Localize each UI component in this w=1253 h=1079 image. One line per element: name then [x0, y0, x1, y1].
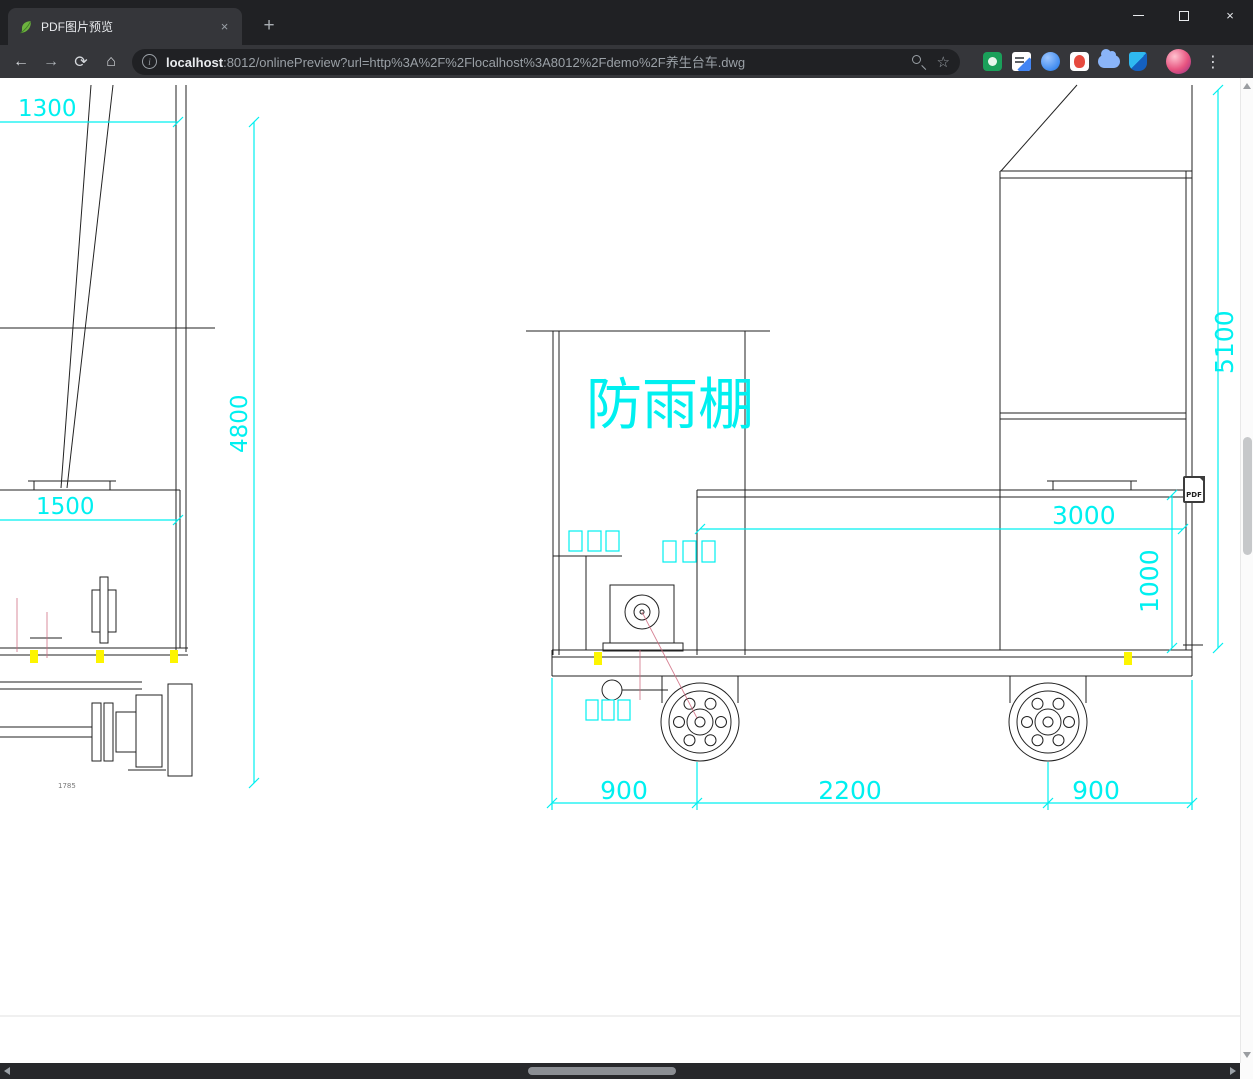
- reload-button[interactable]: ⟳: [66, 48, 96, 76]
- left-view-highlights: [30, 650, 178, 663]
- cad-drawing: 1300 4800 1500 1785 防雨棚 5100 3000 1000 9…: [0, 84, 1240, 1017]
- scroll-down-arrow[interactable]: [1243, 1052, 1251, 1058]
- extension-cloud-icon[interactable]: [1094, 48, 1123, 76]
- dim-small: 1785: [58, 782, 76, 790]
- dim-1000: 1000: [1135, 549, 1164, 613]
- vertical-scrollbar[interactable]: [1240, 78, 1253, 1063]
- address-bar[interactable]: i localhost:8012/onlinePreview?url=http%…: [132, 48, 960, 75]
- tab-title: PDF图片预览: [41, 20, 114, 34]
- home-button[interactable]: ⌂: [96, 48, 126, 76]
- extension-green-icon[interactable]: [978, 48, 1007, 76]
- content-area: 1300 4800 1500 1785 防雨棚 5100 3000 1000 9…: [0, 78, 1253, 1063]
- maximize-icon: [1179, 10, 1189, 21]
- scroll-up-arrow[interactable]: [1243, 83, 1251, 89]
- preview-page: 1300 4800 1500 1785 防雨棚 5100 3000 1000 9…: [0, 78, 1240, 1063]
- close-window-button[interactable]: ×: [1207, 0, 1253, 31]
- wheel-left: [660, 682, 740, 762]
- pdf-badge-button[interactable]: PDF: [1183, 476, 1205, 503]
- minimize-icon: [1132, 15, 1144, 16]
- window-controls: ×: [1115, 0, 1253, 31]
- browser-window: PDF图片预览 × + × ← → ⟳ ⌂ i localhost:8012/o…: [0, 0, 1253, 1079]
- scroll-right-arrow[interactable]: [1230, 1067, 1236, 1075]
- left-view-leader-lines: [16, 598, 48, 658]
- page-info-icon[interactable]: i: [142, 54, 157, 69]
- bookmark-star-icon[interactable]: ☆: [937, 53, 950, 71]
- extensions-area: [978, 48, 1152, 76]
- maximize-button[interactable]: [1161, 0, 1207, 31]
- dim-2200: 2200: [818, 776, 882, 805]
- dim-4800: 4800: [227, 394, 253, 453]
- tab-close-icon[interactable]: ×: [216, 18, 233, 35]
- pdf-badge-label: PDF: [1186, 491, 1202, 499]
- new-tab-button[interactable]: +: [256, 13, 282, 39]
- dim-5100: 5100: [1210, 310, 1239, 374]
- browser-menu-icon[interactable]: ⋮: [1199, 48, 1227, 76]
- back-button[interactable]: ←: [6, 48, 36, 76]
- close-icon: ×: [1226, 8, 1234, 23]
- tab-strip: PDF图片预览 × + ×: [0, 0, 1253, 45]
- extension-shield-icon[interactable]: [1123, 48, 1152, 76]
- url-path: :8012/onlinePreview?url=http%3A%2F%2Floc…: [223, 55, 746, 70]
- vertical-scroll-thumb[interactable]: [1243, 437, 1252, 555]
- extension-blue-circle-icon[interactable]: [1036, 48, 1065, 76]
- wheel-right: [1008, 682, 1088, 762]
- profile-avatar[interactable]: [1166, 49, 1191, 74]
- browser-tab[interactable]: PDF图片预览 ×: [8, 8, 242, 45]
- spring-leaf-favicon: [17, 19, 33, 35]
- dim-900-left: 900: [600, 776, 648, 805]
- url-host: localhost: [166, 55, 224, 70]
- horizontal-scroll-thumb[interactable]: [528, 1067, 676, 1075]
- horizontal-scrollbar[interactable]: [0, 1063, 1240, 1079]
- browser-toolbar: ← → ⟳ ⌂ i localhost:8012/onlinePreview?u…: [0, 45, 1253, 78]
- left-view-dimensions: 1300 4800 1500 1785: [0, 96, 260, 790]
- scroll-left-arrow[interactable]: [4, 1067, 10, 1075]
- minimize-button[interactable]: [1115, 0, 1161, 31]
- dim-900-right: 900: [1072, 776, 1120, 805]
- bottom-bar: [0, 1063, 1253, 1079]
- right-view-highlights: [594, 652, 1132, 665]
- dim-1500: 1500: [36, 494, 95, 520]
- right-view-dimensions: 防雨棚 5100 3000 1000 900 2200 900: [546, 84, 1239, 810]
- zoom-icon[interactable]: [911, 54, 927, 70]
- left-view-geometry: [0, 84, 215, 777]
- dim-1300: 1300: [18, 96, 77, 122]
- extension-red-icon[interactable]: [1065, 48, 1094, 76]
- pdf-page-fold-icon: [1198, 476, 1205, 483]
- url-text: localhost:8012/onlinePreview?url=http%3A…: [166, 52, 905, 71]
- extension-translate-icon[interactable]: [1007, 48, 1036, 76]
- forward-button[interactable]: →: [36, 48, 66, 76]
- scrollbar-corner: [1240, 1063, 1253, 1079]
- canopy-label: 防雨棚: [586, 373, 754, 438]
- dim-3000: 3000: [1052, 501, 1116, 530]
